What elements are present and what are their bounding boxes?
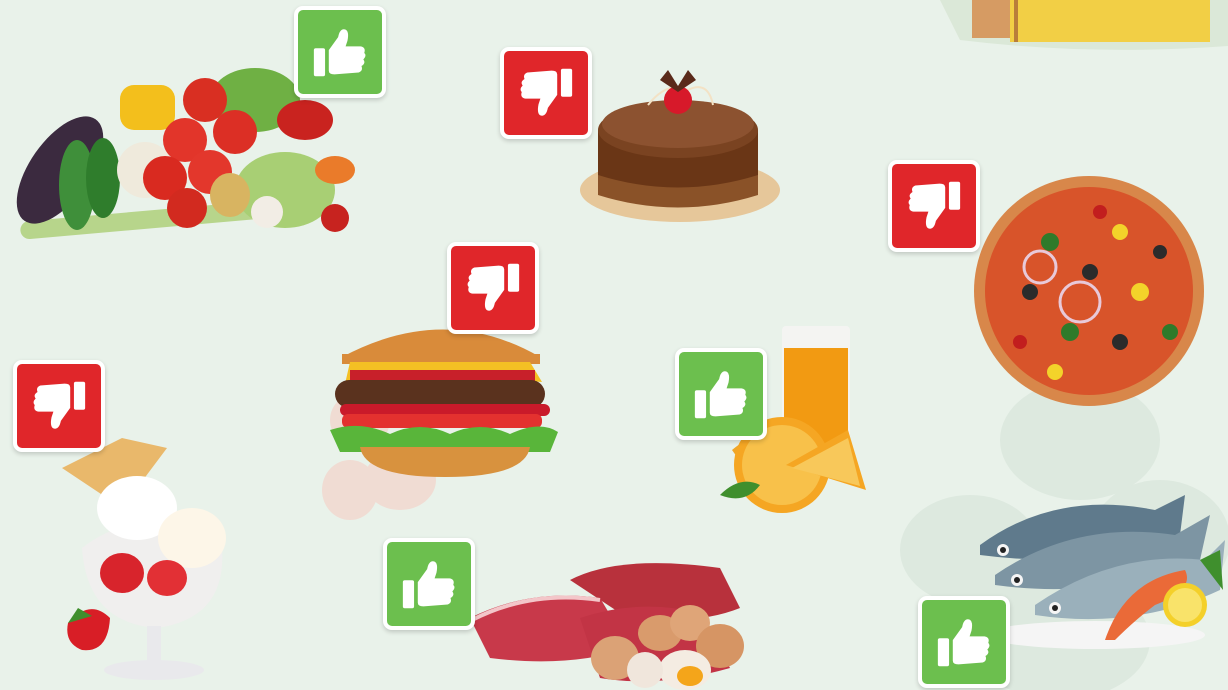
thumbs-down-icon (520, 68, 573, 116)
thumbs-up-badge-vegetables[interactable] (294, 6, 386, 98)
thumbs-down-badge-cake[interactable] (500, 47, 592, 139)
thumbs-up-icon (694, 371, 747, 419)
thumbs-up-badge-fish[interactable] (918, 596, 1010, 688)
cheese-image (940, 0, 1228, 50)
meat-and-eggs-image (470, 563, 744, 690)
thumbs-up-icon (313, 29, 366, 77)
thumbs-down-icon (908, 181, 961, 229)
thumbs-down-badge-ice-cream[interactable] (13, 360, 105, 452)
fish-and-seafood-image (980, 495, 1225, 649)
thumbs-up-icon (402, 561, 455, 609)
thumbs-up-icon (937, 619, 990, 667)
pizza-image (974, 176, 1204, 406)
thumbs-down-badge-pizza[interactable] (888, 160, 980, 252)
ice-cream-sundae-image (62, 438, 226, 680)
thumbs-up-badge-meat[interactable] (383, 538, 475, 630)
thumbs-down-badge-hamburger[interactable] (447, 242, 539, 334)
food-choices-stage (0, 0, 1228, 690)
hamburger-image (330, 329, 558, 477)
thumbs-up-badge-orange-juice[interactable] (675, 348, 767, 440)
thumbs-down-icon (467, 263, 520, 311)
thumbs-down-icon (33, 381, 86, 429)
chocolate-cake-image (580, 70, 780, 222)
